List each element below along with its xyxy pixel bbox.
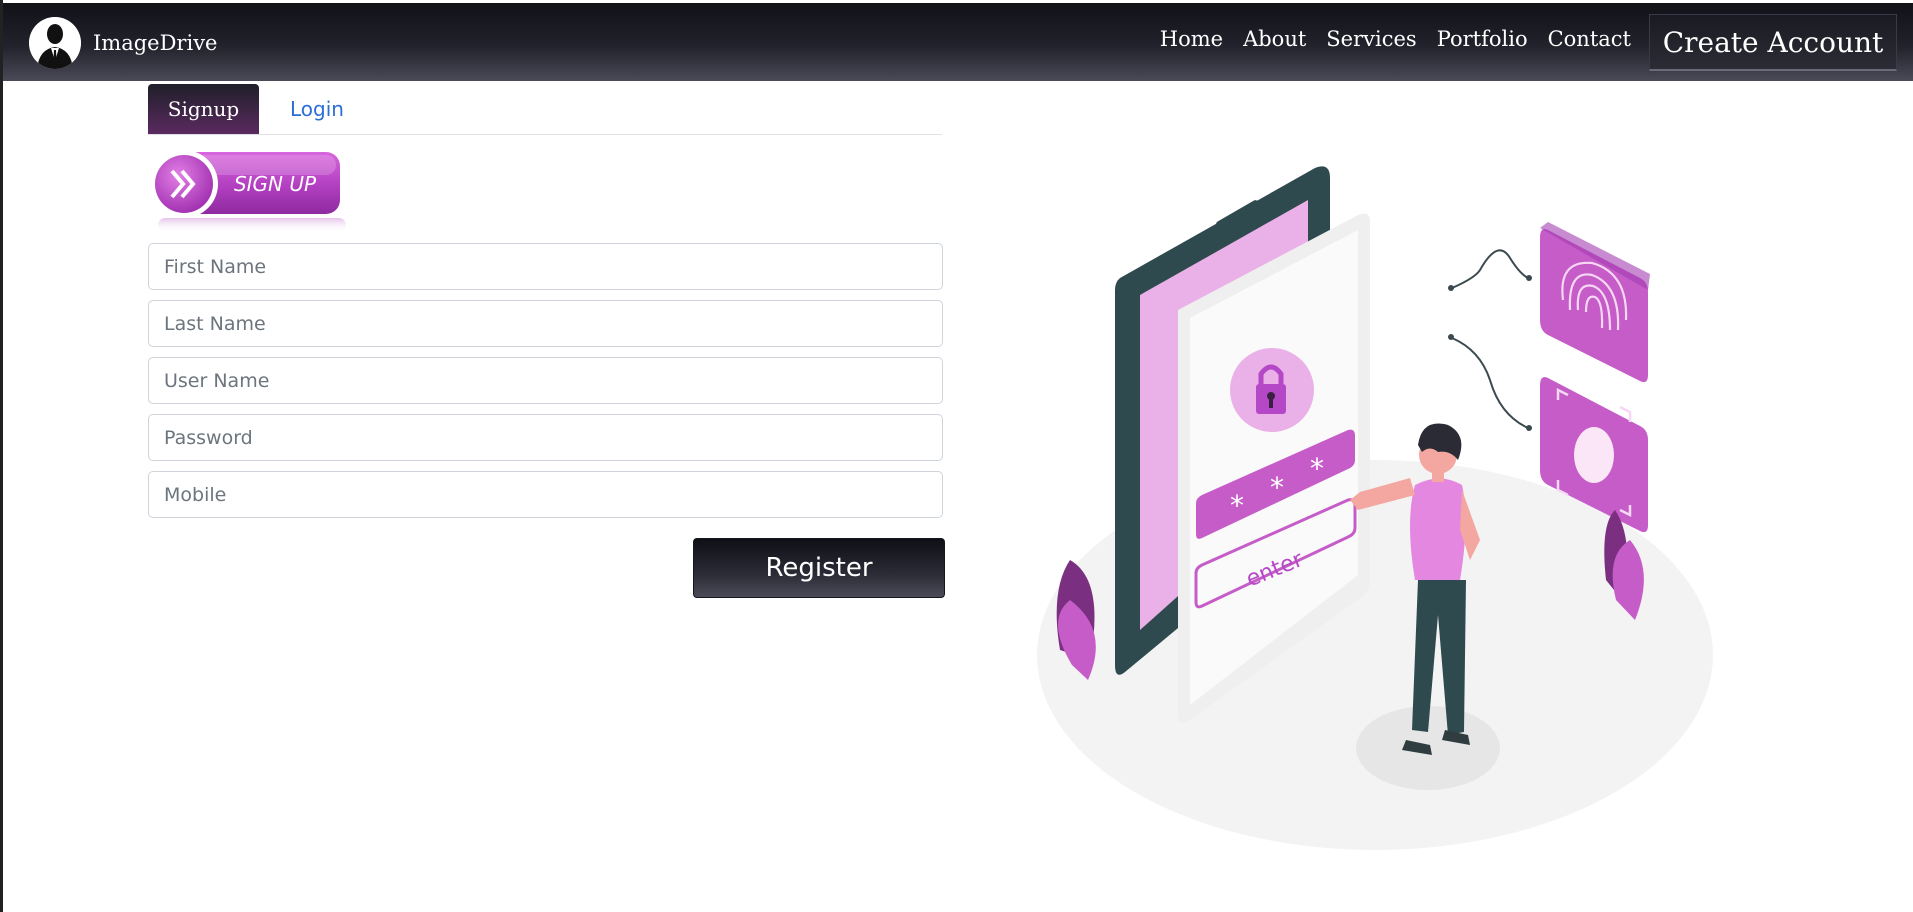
password-field[interactable] [148, 414, 943, 461]
brand-name: ImageDrive [93, 31, 218, 55]
nav-home[interactable]: Home [1150, 27, 1233, 51]
person-silhouette-icon [29, 17, 81, 69]
nav-services[interactable]: Services [1316, 27, 1426, 51]
create-account-button[interactable]: Create Account [1649, 14, 1897, 71]
mobile-field[interactable] [148, 471, 943, 518]
tab-signup[interactable]: Signup [148, 84, 259, 134]
nav-portfolio[interactable]: Portfolio [1427, 27, 1538, 51]
first-name-field[interactable] [148, 243, 943, 290]
auth-tabs: Signup Login [148, 84, 942, 135]
navbar: ImageDrive Home About Services Portfolio… [3, 3, 1913, 81]
user-name-field[interactable] [148, 357, 943, 404]
signup-badge: SIGN UP [150, 148, 350, 238]
nav-about[interactable]: About [1233, 27, 1316, 51]
svg-text:*: * [1230, 489, 1244, 522]
svg-text:*: * [1270, 471, 1284, 504]
nav-links: Home About Services Portfolio Contact [1150, 27, 1641, 51]
secure-login-illustration: * * * enter [1030, 160, 1730, 864]
tab-login[interactable]: Login [272, 84, 362, 134]
svg-text:*: * [1310, 452, 1324, 485]
last-name-field[interactable] [148, 300, 943, 347]
signup-badge-text: SIGN UP [234, 172, 317, 196]
register-button[interactable]: Register [693, 538, 945, 598]
brand[interactable]: ImageDrive [29, 17, 217, 69]
nav-contact[interactable]: Contact [1538, 27, 1641, 51]
